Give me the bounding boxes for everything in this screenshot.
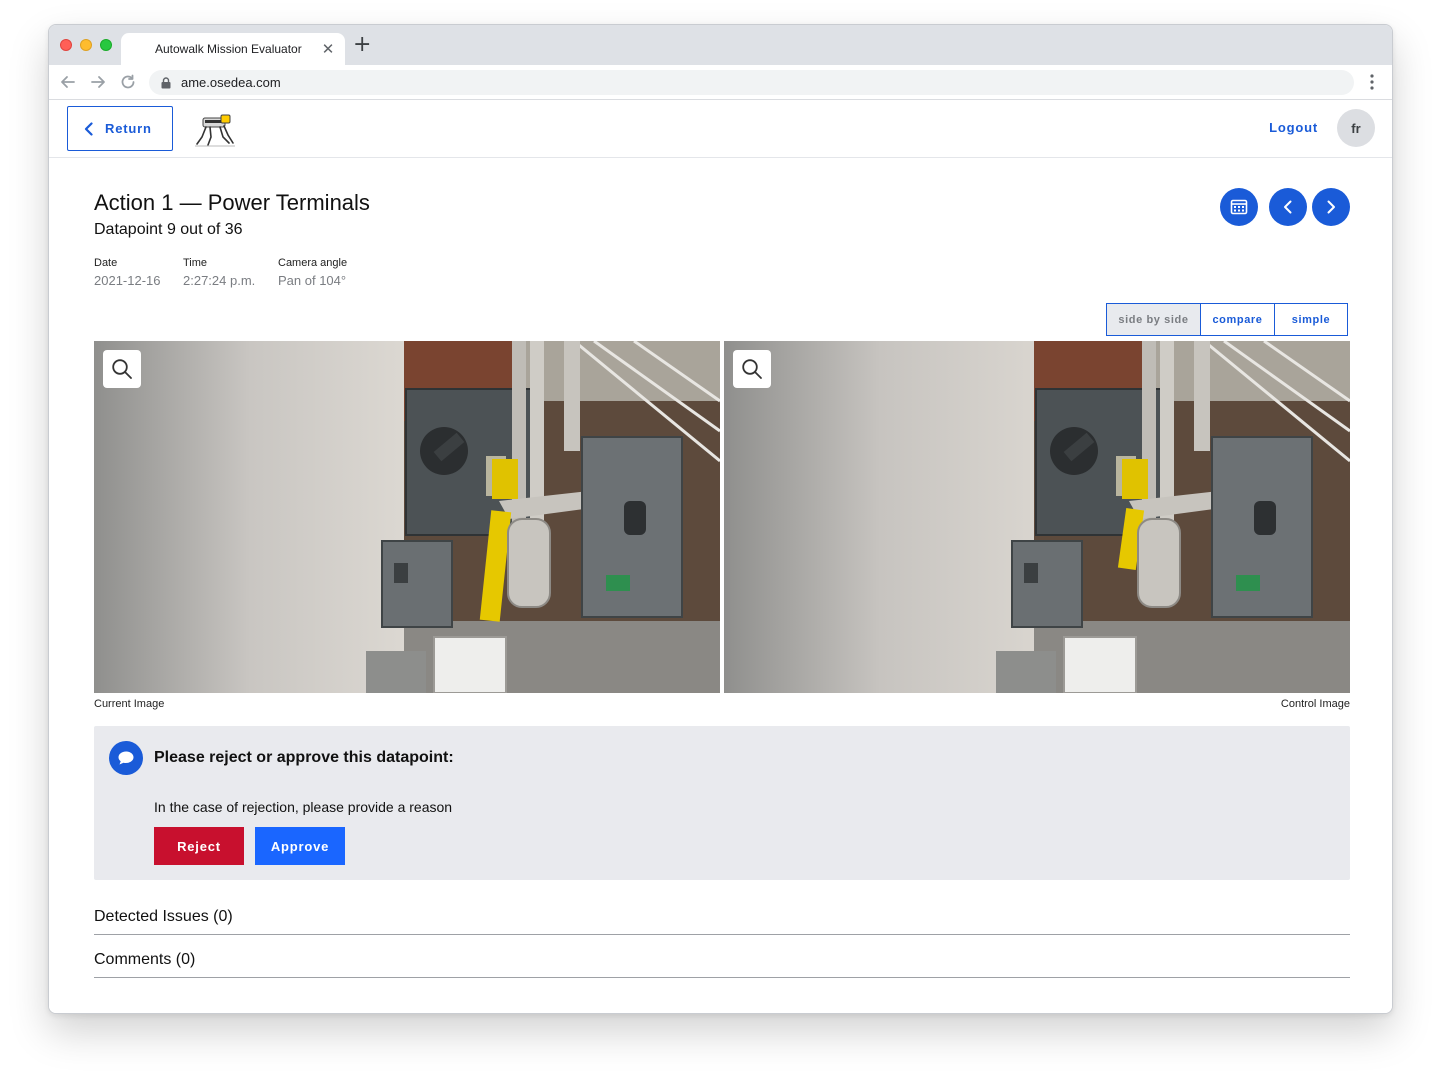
main-content: Action 1 — Power Terminals Datapoint 9 o… bbox=[94, 158, 1350, 1008]
new-tab-button[interactable]: + bbox=[353, 34, 371, 56]
chevron-left-icon bbox=[84, 121, 93, 136]
detected-issues-label: Detected Issues (0) bbox=[94, 908, 233, 925]
view-mode-compare[interactable]: compare bbox=[1201, 304, 1275, 335]
meta-label: Camera angle bbox=[278, 257, 348, 269]
meta-value: 2021-12-16 bbox=[94, 273, 161, 288]
approve-button[interactable]: Approve bbox=[255, 827, 345, 865]
lock-icon bbox=[161, 76, 171, 88]
control-image-photo bbox=[724, 341, 1350, 693]
meta-label: Date bbox=[94, 257, 118, 269]
calendar-button[interactable] bbox=[1220, 188, 1258, 226]
decision-panel: Please reject or approve this datapoint:… bbox=[94, 726, 1350, 880]
tab-title: Autowalk Mission Evaluator bbox=[155, 42, 302, 56]
kebab-menu-icon[interactable] bbox=[1370, 74, 1374, 90]
meta-value: Pan of 104° bbox=[278, 273, 347, 288]
comments-section[interactable]: Comments (0) bbox=[94, 939, 1350, 978]
comments-label: Comments (0) bbox=[94, 951, 196, 968]
chevron-right-icon bbox=[1327, 200, 1335, 214]
user-avatar[interactable]: fr bbox=[1337, 109, 1375, 147]
robot-dog-logo-icon bbox=[195, 114, 235, 147]
avatar-initials: fr bbox=[1351, 120, 1361, 136]
decision-hint: In the case of rejection, please provide… bbox=[154, 799, 453, 815]
reject-button[interactable]: Reject bbox=[154, 827, 244, 865]
view-mode-side-by-side[interactable]: side by side bbox=[1107, 304, 1201, 335]
url-text: ame.osedea.com bbox=[181, 75, 281, 90]
datapoint-counter: Datapoint 9 out of 36 bbox=[94, 221, 243, 238]
logout-link[interactable]: Logout bbox=[1269, 120, 1318, 135]
close-window-button[interactable] bbox=[60, 39, 72, 51]
magnifier-icon bbox=[742, 359, 762, 379]
previous-datapoint-button[interactable] bbox=[1269, 188, 1307, 226]
current-image-caption: Current Image bbox=[94, 698, 165, 710]
current-image-photo bbox=[94, 341, 720, 693]
magnifier-icon bbox=[112, 359, 132, 379]
app-header: Return Logout fr bbox=[49, 100, 1392, 158]
calendar-icon bbox=[1230, 199, 1248, 215]
maximize-window-button[interactable] bbox=[100, 39, 112, 51]
view-mode-toggle: side by side compare simple bbox=[1106, 303, 1348, 336]
chat-bubble-icon bbox=[109, 741, 143, 775]
decision-title: Please reject or approve this datapoint: bbox=[154, 749, 454, 766]
browser-toolbar: ame.osedea.com bbox=[49, 65, 1392, 100]
view-mode-simple[interactable]: simple bbox=[1275, 304, 1347, 335]
meta-time: Time 2:27:24 p.m. bbox=[183, 257, 255, 288]
zoom-current-image-button[interactable] bbox=[103, 350, 141, 388]
meta-label: Time bbox=[183, 257, 208, 269]
browser-window: Autowalk Mission Evaluator ✕ + ame.osede… bbox=[48, 24, 1393, 1014]
address-bar[interactable]: ame.osedea.com bbox=[149, 70, 1354, 95]
meta-date: Date 2021-12-16 bbox=[94, 257, 161, 288]
control-image[interactable] bbox=[724, 341, 1350, 693]
browser-tab[interactable]: Autowalk Mission Evaluator ✕ bbox=[121, 33, 345, 65]
back-arrow-icon[interactable] bbox=[59, 73, 77, 91]
minimize-window-button[interactable] bbox=[80, 39, 92, 51]
app-root: Return Logout fr Action 1 — Power Termin… bbox=[49, 100, 1392, 1013]
tab-bar: Autowalk Mission Evaluator ✕ + bbox=[49, 25, 1392, 65]
zoom-control-image-button[interactable] bbox=[733, 350, 771, 388]
return-label: Return bbox=[105, 121, 152, 136]
return-button[interactable]: Return bbox=[67, 106, 173, 151]
meta-value: 2:27:24 p.m. bbox=[183, 273, 256, 288]
control-image-caption: Control Image bbox=[1280, 698, 1350, 710]
chevron-left-icon bbox=[1284, 200, 1292, 214]
meta-camera-angle: Camera angle Pan of 104° bbox=[278, 257, 347, 288]
current-image[interactable] bbox=[94, 341, 720, 693]
reload-icon[interactable] bbox=[119, 73, 137, 91]
next-datapoint-button[interactable] bbox=[1312, 188, 1350, 226]
page-title: Action 1 — Power Terminals bbox=[94, 190, 370, 215]
tab-close-icon[interactable]: ✕ bbox=[321, 42, 335, 57]
detected-issues-section[interactable]: Detected Issues (0) bbox=[94, 896, 1350, 935]
forward-arrow-icon[interactable] bbox=[89, 73, 107, 91]
